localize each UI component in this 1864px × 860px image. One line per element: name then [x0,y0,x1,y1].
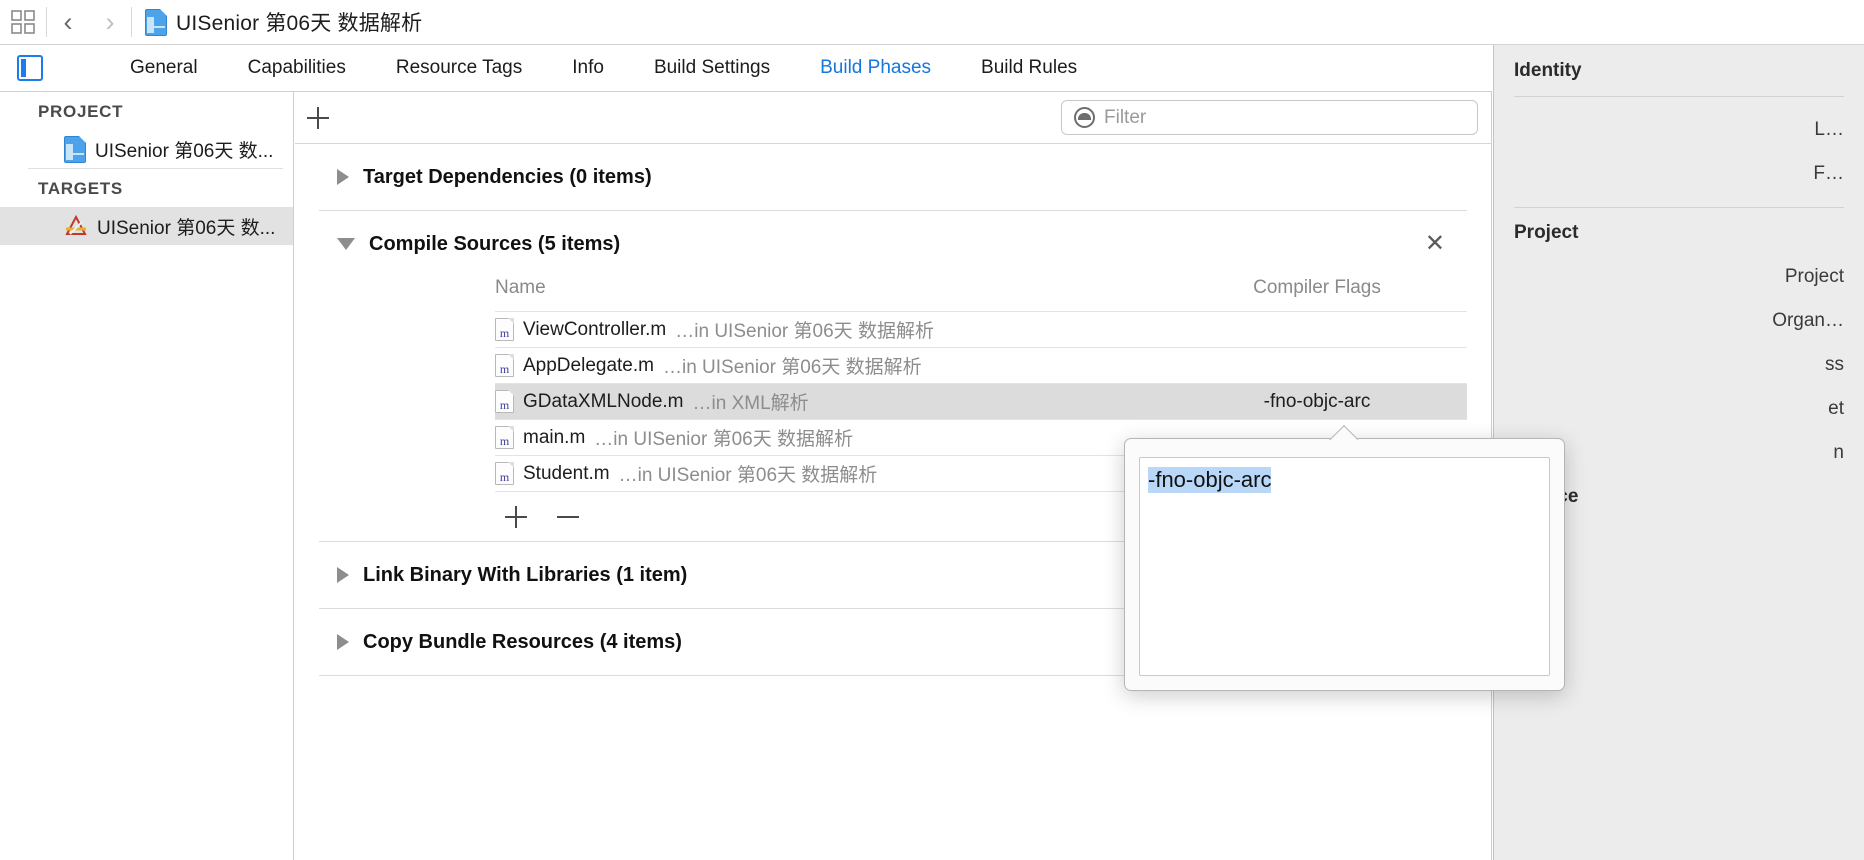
top-toolbar: ‹ › UISenior 第06天 数据解析 [0,0,1864,45]
file-name-cell: m Student.m …in UISenior 第06天 数据解析 [495,460,1167,487]
file-location: …in UISenior 第06天 数据解析 [618,465,878,486]
objc-source-file-icon: m [495,390,514,413]
phase-title: Copy Bundle Resources (4 items) [363,630,682,653]
file-name-cell: m ViewController.m …in UISenior 第06天 数据解… [495,316,1167,343]
sidebar-header-project: PROJECT [38,102,124,121]
table-row[interactable]: m AppDelegate.m …in UISenior 第06天 数据解析 [495,347,1467,383]
breadcrumb[interactable]: UISenior 第06天 数据解析 [132,7,422,37]
phase-target-dependencies: Target Dependencies (0 items) [319,144,1467,211]
filter-field[interactable]: Filter [1061,100,1478,135]
remove-phase-icon[interactable]: ✕ [1425,232,1445,256]
file-name-cell: m main.m …in UISenior 第06天 数据解析 [495,424,1167,451]
tab-build-phases[interactable]: Build Phases [795,57,956,79]
popover-arrow [1328,424,1358,440]
tab-list: General Capabilities Resource Tags Info … [105,57,1102,79]
editor-tab-bar: General Capabilities Resource Tags Info … [0,45,1492,92]
column-header-name: Name [495,277,546,298]
phase-title: Compile Sources (5 items) [369,232,621,255]
sidebar-item-project[interactable]: UISenior 第06天 数... [0,130,293,168]
forward-button[interactable]: › [89,0,131,45]
build-phase-toolbar: Filter [295,92,1491,144]
tab-build-settings[interactable]: Build Settings [629,57,795,79]
tab-info[interactable]: Info [547,57,629,79]
objc-source-file-icon: m [495,426,514,449]
inspector-label-text-settings: et [1828,398,1844,419]
sidebar-item-project-label: UISenior 第06天 数... [95,140,274,162]
sidebar-item-target[interactable]: UISenior 第06天 数... [0,207,293,245]
remove-file-button[interactable] [557,506,579,528]
column-header-flags: Compiler Flags [1253,277,1381,298]
inspector-identity-title: Identity [1514,60,1582,81]
tab-capabilities[interactable]: Capabilities [223,57,371,79]
compiler-flags-cell[interactable]: -fno-objc-arc [1167,391,1467,413]
inspector-label-location: L… [1814,119,1844,140]
inspector-label-full-path: F… [1813,163,1844,184]
phase-header[interactable]: Compile Sources (5 items) ✕ [319,211,1467,277]
inspector-label-project-name: Project [1784,266,1844,287]
target-app-icon [64,215,88,237]
inspector-project-document-title: Project [1514,222,1579,243]
disclosure-triangle-expanded-icon[interactable] [337,238,355,250]
tab-general[interactable]: General [105,57,223,79]
filter-icon [1074,107,1095,128]
table-header-row: Name Compiler Flags [495,277,1467,311]
add-file-button[interactable] [505,505,527,528]
inspector-label-organization: Organ… [1772,310,1844,331]
disclosure-triangle-collapsed-icon[interactable] [337,169,349,185]
inspector-divider [1514,96,1844,97]
file-name-cell: m GDataXMLNode.m …in XML解析 [495,388,1167,415]
inspector-label-class-prefix: ss [1825,354,1844,375]
objc-source-file-icon: m [495,354,514,377]
project-document-icon [145,8,167,36]
objc-source-file-icon: m [495,462,514,485]
project-document-icon [64,135,86,163]
compiler-flags-input[interactable]: -fno-objc-arc [1139,457,1550,676]
file-name: Student.m [523,462,610,484]
phase-title: Link Binary With Libraries (1 item) [363,563,688,586]
compiler-flags-value: -fno-objc-arc [1148,467,1272,493]
file-name-cell: m AppDelegate.m …in UISenior 第06天 数据解析 [495,352,1167,379]
compiler-flags-popover: -fno-objc-arc [1124,438,1565,691]
file-location: …in UISenior 第06天 数据解析 [594,429,853,450]
inspector-divider [1514,207,1844,208]
disclosure-triangle-collapsed-icon[interactable] [337,567,349,583]
add-build-phase-button[interactable] [307,106,329,129]
table-row[interactable]: m GDataXMLNode.m …in XML解析 -fno-objc-arc [495,383,1467,419]
file-name: ViewController.m [523,318,667,340]
disclosure-triangle-collapsed-icon[interactable] [337,634,349,650]
phase-title: Target Dependencies (0 items) [363,165,652,188]
tab-build-rules[interactable]: Build Rules [956,57,1102,79]
file-location: …in UISenior 第06天 数据解析 [675,321,934,342]
grid-icon[interactable] [0,0,46,45]
objc-source-file-icon: m [495,318,514,341]
navigator-toggle-icon[interactable] [17,55,43,81]
file-name: main.m [523,426,586,448]
file-name: AppDelegate.m [523,354,654,376]
sidebar-item-target-label: UISenior 第06天 数... [97,217,276,239]
file-name: GDataXMLNode.m [523,390,684,412]
filter-placeholder: Filter [1104,106,1147,128]
table-row[interactable]: m ViewController.m …in UISenior 第06天 数据解… [495,311,1467,347]
phase-header[interactable]: Target Dependencies (0 items) [319,144,1467,210]
file-location: …in UISenior 第06天 数据解析 [662,357,922,378]
project-targets-sidebar: PROJECT UISenior 第06天 数... TARGETS UISen… [0,92,294,860]
back-button[interactable]: ‹ [47,0,89,45]
sidebar-header-targets: TARGETS [38,179,123,198]
breadcrumb-title: UISenior 第06天 数据解析 [176,12,423,35]
file-location: …in XML解析 [692,393,809,414]
tab-resource-tags[interactable]: Resource Tags [371,57,547,79]
